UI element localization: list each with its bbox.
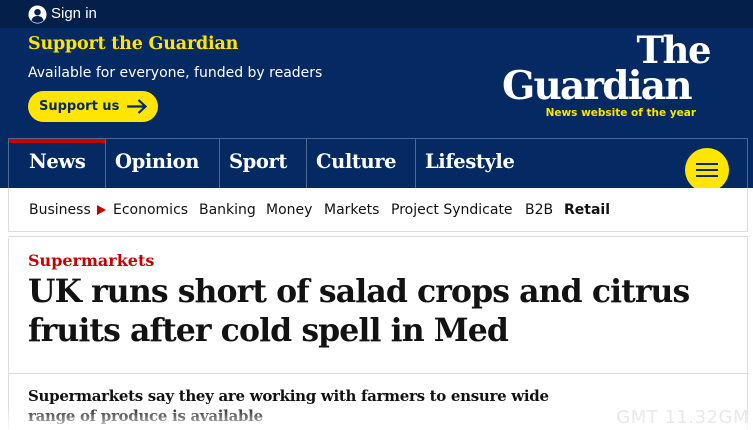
subnav-project-syndicate[interactable]: Project Syndicate — [391, 201, 513, 219]
subnav-b2b[interactable]: B2B — [525, 201, 553, 219]
pillar-lifestyle[interactable]: Lifestyle — [416, 139, 531, 188]
subnav-markets[interactable]: Markets — [324, 201, 379, 219]
sub-nav: Business Economics Banking Money Markets… — [8, 188, 748, 232]
pillar-culture-label: Culture — [316, 150, 397, 173]
subnav-retail[interactable]: Retail — [564, 201, 610, 219]
top-bar: Sign in — [0, 0, 753, 28]
logo-tagline: News website of the year — [545, 107, 696, 119]
pillar-nav: News Opinion Sport Culture Lifestyle — [8, 138, 748, 192]
pillar-sport[interactable]: Sport — [220, 139, 307, 188]
pillar-sport-label: Sport — [229, 150, 288, 173]
user-circle-icon — [28, 4, 47, 24]
support-us-button[interactable]: Support us — [28, 91, 158, 122]
pillar-lifestyle-label: Lifestyle — [425, 150, 515, 173]
sign-in-link[interactable]: Sign in — [28, 4, 97, 24]
support-title: Support the Guardian — [28, 34, 239, 54]
headline-divider — [8, 373, 748, 374]
support-subtitle: Available for everyone, funded by reader… — [28, 65, 323, 81]
pillar-opinion-label: Opinion — [115, 150, 199, 173]
pillar-news-label: News — [29, 150, 86, 173]
subnav-banking[interactable]: Banking — [199, 201, 256, 219]
subnav-business[interactable]: Business — [29, 201, 91, 219]
subnav-money[interactable]: Money — [266, 201, 312, 219]
menu-button[interactable] — [685, 148, 729, 192]
subnav-economics[interactable]: Economics — [113, 201, 188, 219]
support-us-label: Support us — [39, 98, 120, 114]
standfirst: Supermarkets say they are working with f… — [28, 387, 549, 425]
timestamp: GMT 11.32GM — [616, 407, 749, 428]
pillar-news[interactable]: News — [9, 139, 106, 188]
sign-in-label: Sign in — [51, 5, 97, 22]
section-kicker[interactable]: Supermarkets — [28, 250, 154, 272]
logo-line-guardian: Guardian — [502, 63, 693, 109]
caret-right-icon — [97, 205, 106, 215]
headline: UK runs short of salad crops and citrus … — [28, 273, 690, 349]
pillar-culture[interactable]: Culture — [307, 139, 416, 188]
arrow-right-icon — [127, 99, 148, 114]
pillar-opinion[interactable]: Opinion — [106, 139, 220, 188]
guardian-logo[interactable]: The Guardian News website of the year — [500, 30, 732, 122]
